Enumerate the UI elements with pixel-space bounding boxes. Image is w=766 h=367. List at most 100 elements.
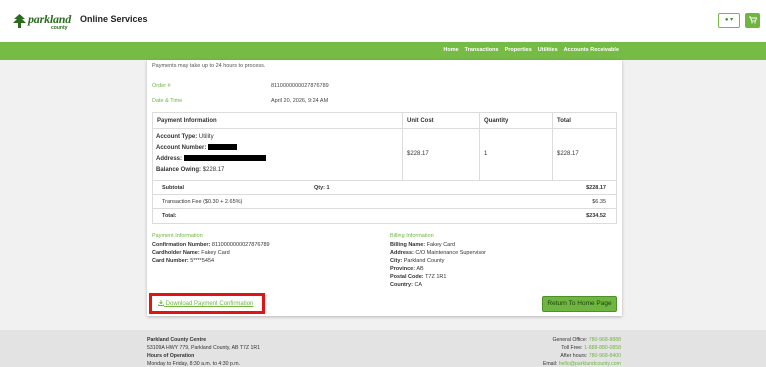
- account-number-label: Account Number:: [156, 145, 207, 151]
- site-title: Online Services: [80, 14, 148, 24]
- email-label: Email:: [542, 361, 558, 367]
- processing-notice: Payments may take up to 24 hours to proc…: [152, 63, 266, 69]
- after-hours-phone[interactable]: 780-968-8400: [589, 353, 621, 359]
- order-label: Order #: [152, 83, 171, 89]
- confirmation-label: Confirmation Number:: [152, 242, 211, 248]
- nav-home[interactable]: Home: [443, 47, 458, 53]
- cardholder-label: Cardholder Name:: [152, 250, 200, 256]
- billing-address-label: Address:: [390, 250, 414, 256]
- unit-cost-value: $228.17: [403, 129, 480, 180]
- download-confirmation-link[interactable]: Download Payment Confirmation: [158, 300, 253, 307]
- cardholder-value: Fakey Card: [201, 250, 230, 256]
- address-redacted: [183, 155, 266, 162]
- site-header: parkland county Online Services ● ▾: [0, 0, 766, 42]
- nav-transactions[interactable]: Transactions: [465, 47, 499, 53]
- download-icon: [158, 300, 164, 306]
- billing-country: Country: CA: [390, 282, 422, 288]
- header-quantity: Quantity: [480, 113, 553, 128]
- account-type-label: Account Type:: [156, 134, 198, 140]
- billing-postal-label: Postal Code:: [390, 274, 424, 280]
- user-menu-button[interactable]: ● ▾: [718, 13, 740, 28]
- subtotal-qty: Qty: 1: [314, 184, 330, 191]
- billing-name-value: Fakey Card: [426, 242, 456, 248]
- billing-city-label: City:: [390, 258, 403, 264]
- footer-org-name: Parkland County Centre: [147, 337, 207, 343]
- footer-general-office: General Office: 780-968-8888: [552, 337, 621, 343]
- after-hours-label: After hours:: [560, 353, 588, 359]
- nav-utilities[interactable]: Utilities: [538, 47, 558, 53]
- billing-name: Billing Name: Fakey Card: [390, 242, 455, 248]
- footer-hours-title: Hours of Operation: [147, 353, 195, 359]
- parkland-logo[interactable]: parkland county: [13, 12, 73, 32]
- billing-postal-value: T7Z 1R1: [425, 274, 447, 280]
- billing-postal: Postal Code: T7Z 1R1: [390, 274, 446, 280]
- footer-toll-free: Toll Free: 1-888-880-0858: [561, 345, 621, 351]
- header-payment-info: Payment Information: [153, 113, 403, 128]
- fee-value: $6.35: [592, 198, 606, 205]
- download-highlight-box: Download Payment Confirmation: [149, 293, 265, 314]
- download-confirmation-label: Download Payment Confirmation: [165, 301, 254, 307]
- account-type-value: Utility: [198, 134, 214, 140]
- email-link[interactable]: hello@parklandcounty.com: [559, 361, 621, 367]
- date-value: April 20, 2026, 9:24 AM: [271, 98, 329, 104]
- user-icon: ● ▾: [724, 17, 734, 23]
- fee-row: Transaction Fee ($0.30 + 2.65%) $6.35: [153, 195, 616, 209]
- subtotal-label: Subtotal: [162, 184, 184, 191]
- address-label: Address:: [156, 156, 183, 162]
- payment-table: Payment Information Unit Cost Quantity T…: [152, 112, 617, 224]
- footer-hours-value: Monday to Friday, 8:30 a.m. to 4:30 p.m.: [147, 361, 241, 367]
- receipt-card: Payments may take up to 24 hours to proc…: [147, 60, 622, 316]
- cardholder-name: Cardholder Name: Fakey Card: [152, 250, 230, 256]
- billing-city-value: Parkland County: [403, 258, 445, 264]
- grand-total-row: Total: $234.52: [153, 209, 616, 223]
- payment-info-title: Payment Information: [152, 233, 203, 239]
- total-value: $228.17: [557, 151, 579, 157]
- site-footer: Parkland County Centre 53109A HWY 779, P…: [0, 330, 766, 367]
- header-unit-cost: Unit Cost: [403, 113, 480, 128]
- nav-accounts-receivable[interactable]: Accounts Receivable: [564, 47, 619, 53]
- return-home-button[interactable]: Return To Home Page: [542, 296, 617, 312]
- subtotal-row: Subtotal Qty: 1 $228.17: [153, 181, 616, 195]
- main-nav: Home Transactions Properties Utilities A…: [0, 42, 766, 60]
- billing-country-value: CA: [414, 282, 423, 288]
- date-label: Date & Time: [152, 98, 183, 104]
- card-number-value: 5****5454: [190, 258, 215, 264]
- footer-email: Email: hello@parklandcounty.com: [543, 361, 621, 367]
- balance-owing-value: $228.17: [202, 167, 225, 173]
- cart-button[interactable]: [745, 13, 760, 28]
- card-number-label: Card Number:: [152, 258, 189, 264]
- general-office-label: General Office:: [552, 337, 588, 343]
- billing-province-label: Province:: [390, 266, 416, 272]
- grand-total-label: Total:: [162, 213, 177, 219]
- table-row: Account Type: Utility Account Number: Ad…: [153, 129, 616, 181]
- order-number: 8110000000027876789: [271, 83, 329, 89]
- quantity-value: 1: [480, 129, 553, 180]
- billing-address-value: C/O Maintenance Supervisor: [415, 250, 486, 256]
- cart-icon: [748, 16, 757, 24]
- general-office-phone[interactable]: 780-968-8888: [589, 337, 621, 343]
- account-number-redacted: [208, 144, 238, 151]
- subtotal-value: $228.17: [586, 184, 606, 191]
- nav-properties[interactable]: Properties: [505, 47, 532, 53]
- billing-province: Province: AB: [390, 266, 424, 272]
- footer-org-address: 53109A HWY 779, Parkland County, AB T7Z …: [147, 345, 261, 351]
- confirmation-number: Confirmation Number: 8110000000027876789: [152, 242, 270, 248]
- table-header: Payment Information Unit Cost Quantity T…: [153, 113, 616, 129]
- footer-after-hours: After hours: 780-968-8400: [560, 353, 621, 359]
- fee-label: Transaction Fee ($0.30 + 2.65%): [162, 198, 243, 205]
- grand-total-value: $234.52: [586, 213, 606, 219]
- card-number: Card Number: 5****5454: [152, 258, 214, 264]
- logo-subtitle: county: [51, 25, 68, 31]
- toll-free-phone[interactable]: 1-888-880-0858: [584, 345, 621, 351]
- tree-logo-icon: [13, 14, 26, 28]
- billing-province-value: AB: [416, 266, 424, 272]
- payment-details: Account Type: Utility Account Number: Ad…: [153, 129, 403, 180]
- balance-owing-label: Balance Owing:: [156, 167, 202, 173]
- toll-free-label: Toll Free:: [561, 345, 583, 351]
- billing-city: City: Parkland County: [390, 258, 444, 264]
- header-total: Total: [557, 118, 571, 124]
- billing-address: Address: C/O Maintenance Supervisor: [390, 250, 486, 256]
- billing-info-title: Billing Information: [390, 233, 434, 239]
- billing-name-label: Billing Name:: [390, 242, 426, 248]
- confirmation-value: 8110000000027876789: [211, 242, 270, 248]
